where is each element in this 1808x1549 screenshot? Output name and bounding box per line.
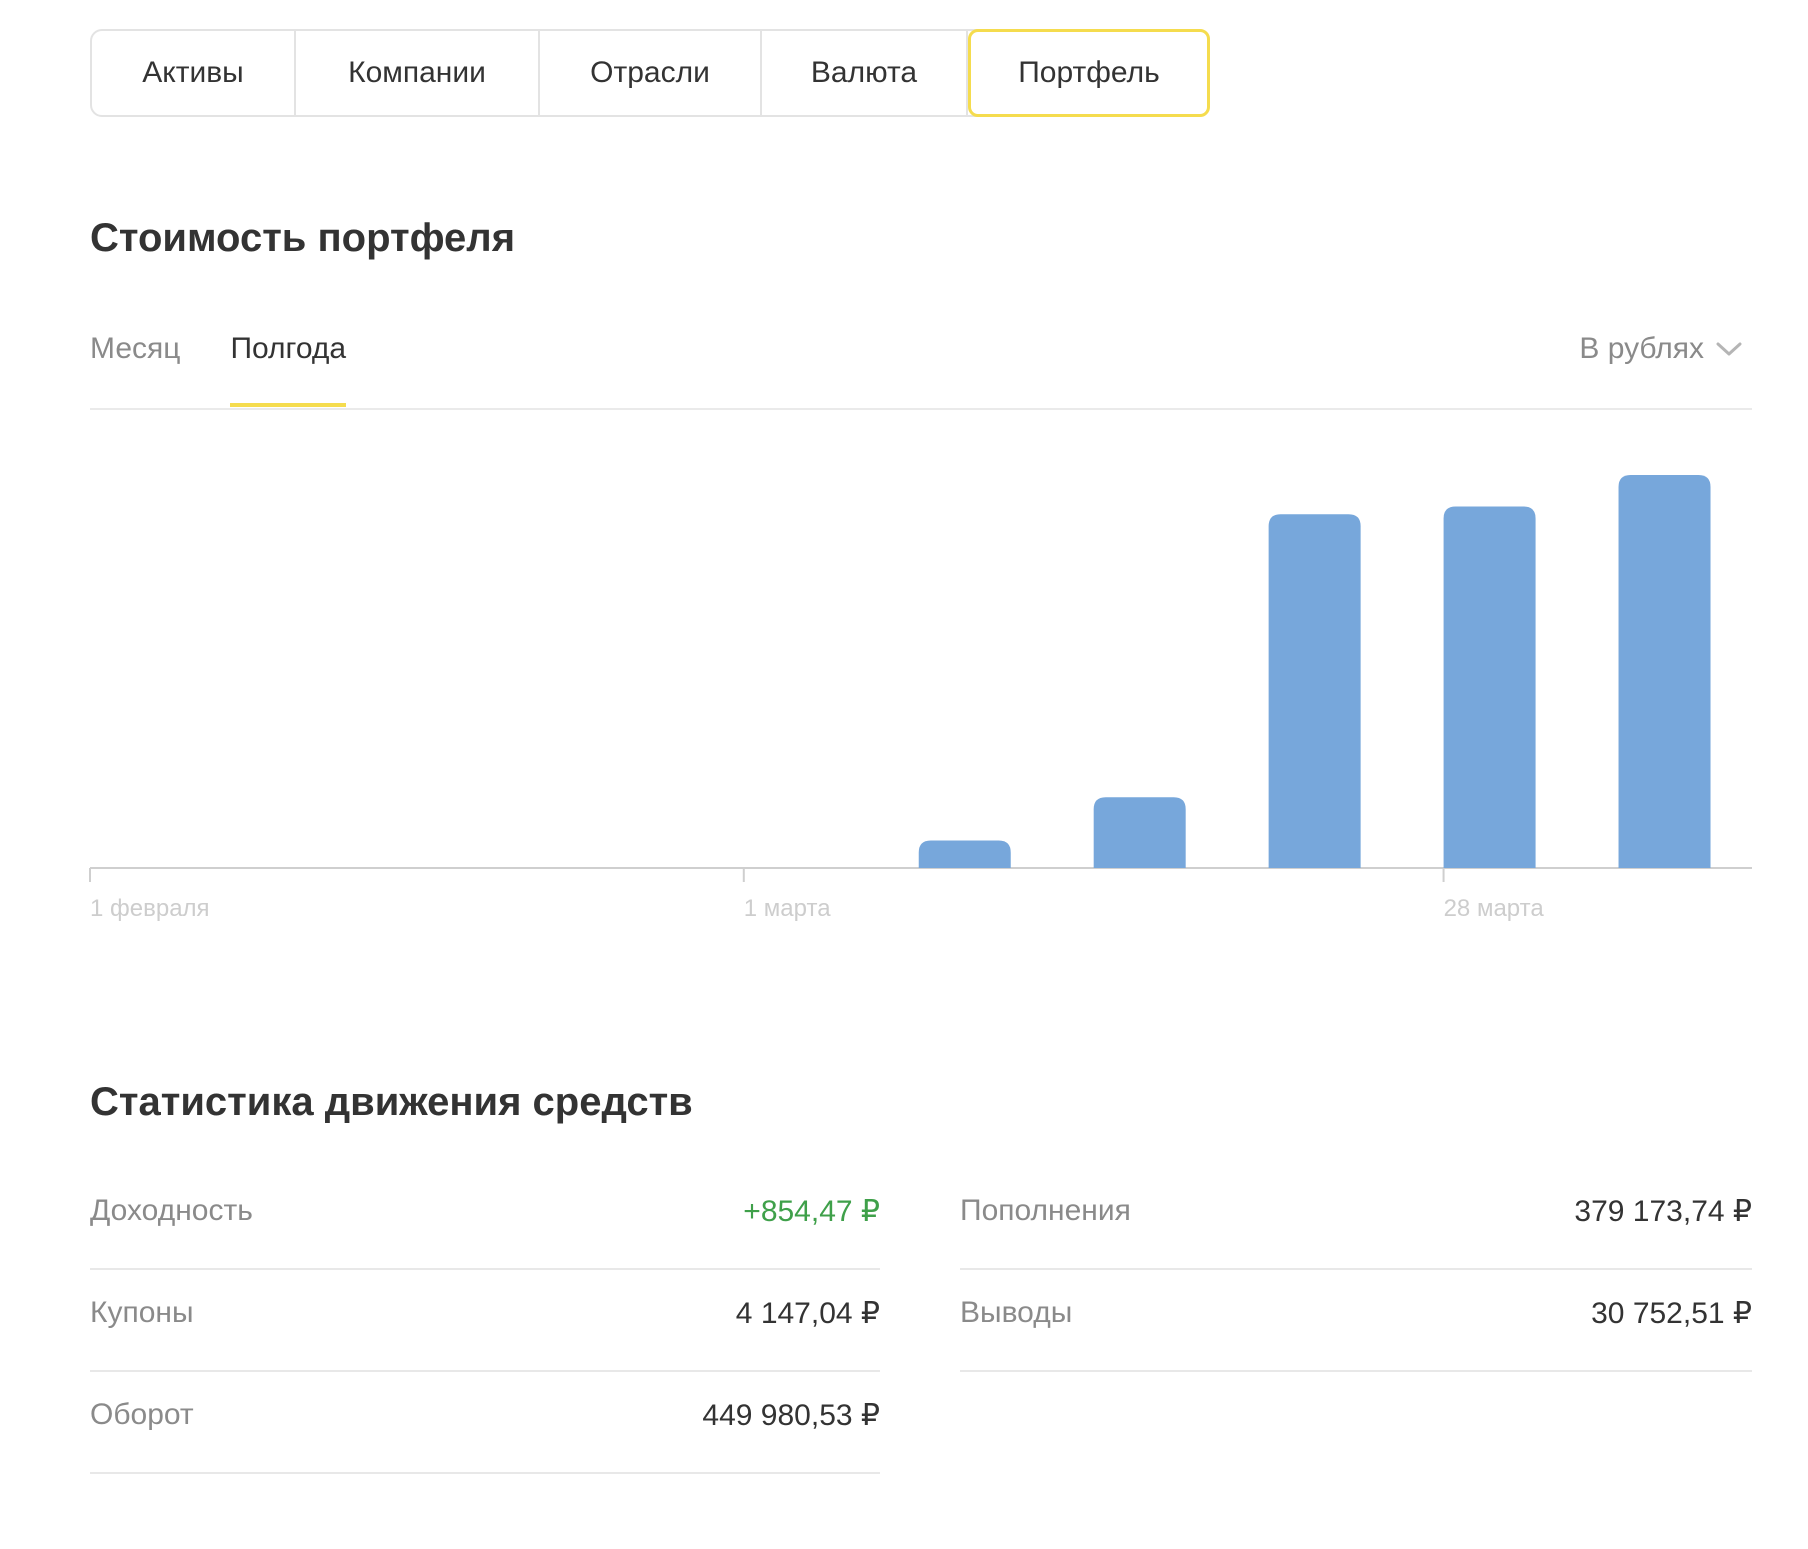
segment-tabs: Активы Компании Отрасли Валюта Портфель <box>90 29 1210 117</box>
tab-companies[interactable]: Компании <box>296 31 540 115</box>
tab-assets[interactable]: Активы <box>92 31 296 115</box>
chart-bar[interactable] <box>1268 514 1361 868</box>
chart-bar[interactable] <box>1443 506 1536 868</box>
tab-label: Активы <box>142 56 244 89</box>
stat-value-turnover: 449 980,53 ₽ <box>702 1398 880 1432</box>
period-tab-month[interactable]: Месяц <box>90 332 180 366</box>
stat-row-coupons: Купоны 4 147,04 ₽ <box>90 1270 880 1372</box>
chart-bar[interactable] <box>1093 797 1186 868</box>
chart-bar[interactable] <box>918 840 1011 868</box>
cashflow-right-column: Пополнения 379 173,74 ₽ Выводы 30 752,51… <box>960 1168 1752 1372</box>
stat-value-withdrawals: 30 752,51 ₽ <box>1591 1296 1752 1330</box>
portfolio-value-chart: 1 февраля 1 марта 28 марта <box>89 475 1752 922</box>
x-axis-tick-label: 1 марта <box>744 895 831 922</box>
cashflow-title: Статистика движения средств <box>90 1080 693 1124</box>
stat-value-yield: +854,47 ₽ <box>743 1194 880 1228</box>
currency-dropdown[interactable]: В рублях <box>1579 332 1742 366</box>
tab-label: Портфель <box>1018 56 1160 89</box>
tab-label: Компании <box>348 56 486 89</box>
stat-label: Выводы <box>960 1296 1073 1329</box>
stat-row-yield: Доходность +854,47 ₽ <box>90 1168 880 1270</box>
stat-label: Оборот <box>90 1398 194 1431</box>
period-tabs-divider <box>90 408 1752 410</box>
portfolio-value-title: Стоимость портфеля <box>90 216 516 260</box>
x-axis-tick-label: 28 марта <box>1444 895 1545 922</box>
tab-industries[interactable]: Отрасли <box>540 31 762 115</box>
stat-value-coupons: 4 147,04 ₽ <box>735 1296 880 1330</box>
stat-row-turnover: Оборот 449 980,53 ₽ <box>90 1372 880 1474</box>
stat-label: Пополнения <box>960 1194 1131 1227</box>
cashflow-left-column: Доходность +854,47 ₽ Купоны 4 147,04 ₽ О… <box>90 1168 880 1474</box>
period-tabs: Месяц Полгода <box>90 332 396 407</box>
tab-label: Валюта <box>810 56 918 89</box>
stat-row-withdrawals: Выводы 30 752,51 ₽ <box>960 1270 1752 1372</box>
currency-dropdown-label: В рублях <box>1579 332 1704 365</box>
tab-label: Отрасли <box>590 56 710 89</box>
stat-label: Доходность <box>90 1194 253 1227</box>
tab-currency[interactable]: Валюта <box>762 31 968 115</box>
period-tab-half-year[interactable]: Полгода <box>230 332 346 407</box>
stat-row-deposits: Пополнения 379 173,74 ₽ <box>960 1168 1752 1270</box>
chevron-down-icon <box>1716 342 1742 356</box>
stat-label: Купоны <box>90 1296 194 1329</box>
chart-bar[interactable] <box>1618 475 1711 868</box>
x-axis-tick-label: 1 февраля <box>90 895 210 922</box>
tab-portfolio[interactable]: Портфель <box>968 29 1210 117</box>
stat-value-deposits: 379 173,74 ₽ <box>1574 1194 1752 1228</box>
